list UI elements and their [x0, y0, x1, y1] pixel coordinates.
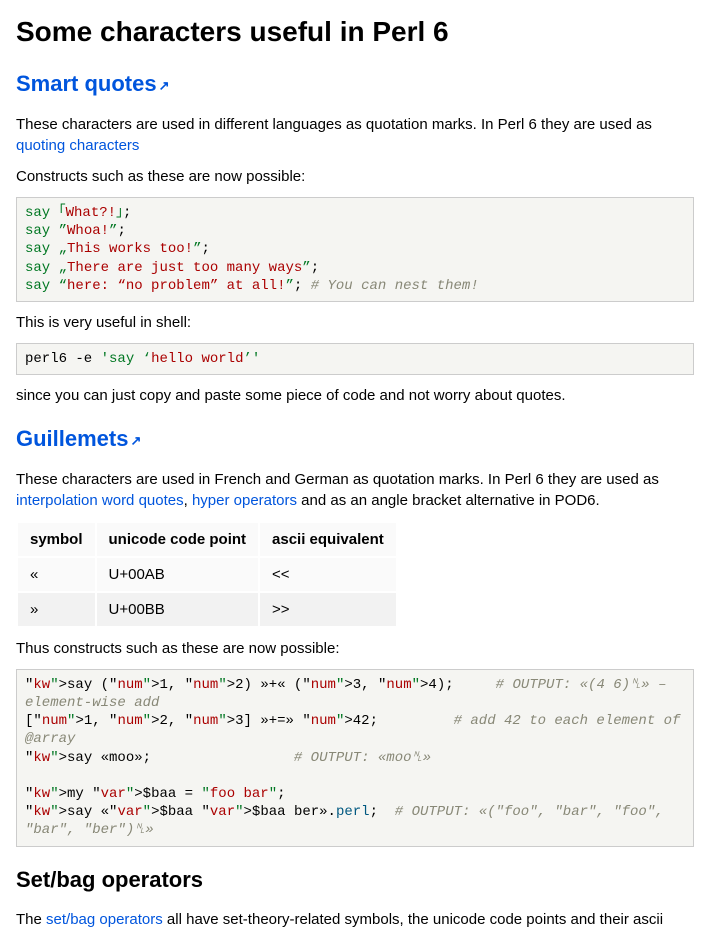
table-guillemets: symbolunicode code pointascii equivalent… [16, 521, 398, 628]
heading-setbag: Set/bag operators [16, 865, 694, 896]
text: , [184, 492, 192, 509]
table-cell: » [18, 593, 95, 626]
heading-guillemets: Guillemets↗ [16, 424, 694, 455]
table-cell: >> [260, 593, 396, 626]
table-header-row: symbolunicode code pointascii equivalent [18, 523, 396, 556]
table-cell: U+00AB [97, 558, 259, 591]
paragraph: This is very useful in shell: [16, 312, 694, 333]
link-interpolation-word-quotes[interactable]: interpolation word quotes [16, 492, 184, 509]
code-block-guillemets-examples: "kw">say ("num">1, "num">2) »+« ("num">3… [16, 669, 694, 847]
table-row: »U+00BB>> [18, 593, 396, 626]
table-row: «U+00AB<< [18, 558, 396, 591]
text: The [16, 911, 46, 928]
paragraph: These characters are used in different l… [16, 114, 694, 156]
link-setbag-operators[interactable]: set/bag operators [46, 911, 163, 928]
link-quoting-characters[interactable]: quoting characters [16, 137, 139, 154]
table-header-cell: unicode code point [97, 523, 259, 556]
text: These characters are used in different l… [16, 116, 652, 133]
external-link-icon: ↗ [130, 432, 141, 450]
table-header-cell: ascii equivalent [260, 523, 396, 556]
text: These characters are used in French and … [16, 471, 659, 488]
link-smart-quotes-heading[interactable]: Smart quotes [16, 71, 157, 96]
table-header-cell: symbol [18, 523, 95, 556]
heading-smart-quotes: Smart quotes↗ [16, 69, 694, 100]
external-link-icon: ↗ [159, 77, 170, 95]
code-block-shell-example: perl6 -e 'say ‘hello world’' [16, 343, 694, 375]
paragraph: The set/bag operators all have set-theor… [16, 909, 694, 930]
code-block-smart-quotes-examples: say ｢What?!｣; say ”Whoa!”; say „This wor… [16, 197, 694, 302]
text: all have set-theory-related symbols, the… [163, 911, 663, 928]
text: and as an angle bracket alternative in P… [297, 492, 600, 509]
table-cell: << [260, 558, 396, 591]
paragraph: since you can just copy and paste some p… [16, 385, 694, 406]
paragraph: Thus constructs such as these are now po… [16, 638, 694, 659]
paragraph: These characters are used in French and … [16, 469, 694, 511]
table-cell: U+00BB [97, 593, 259, 626]
link-hyper-operators[interactable]: hyper operators [192, 492, 297, 509]
table-cell: « [18, 558, 95, 591]
paragraph: Constructs such as these are now possibl… [16, 166, 694, 187]
page-title: Some characters useful in Perl 6 [16, 12, 694, 51]
link-guillemets-heading[interactable]: Guillemets [16, 426, 128, 451]
